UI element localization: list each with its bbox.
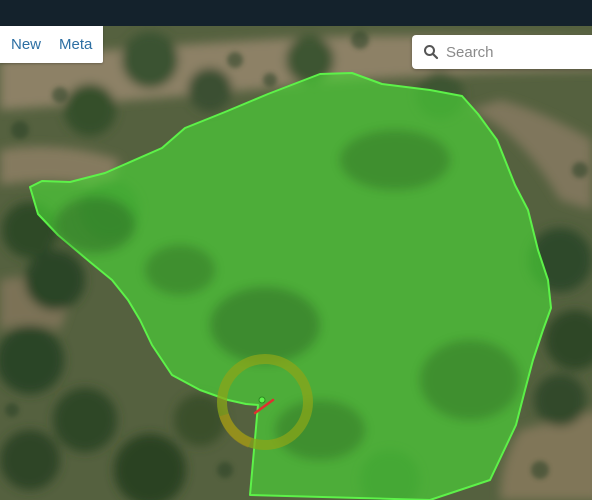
search-input[interactable]: [446, 43, 576, 61]
search-icon[interactable]: [422, 43, 440, 61]
edit-menu: New Meta: [0, 26, 103, 63]
search-box[interactable]: [412, 35, 592, 69]
meta-button[interactable]: Meta: [59, 26, 92, 63]
new-button[interactable]: New: [11, 26, 41, 63]
map-editor-app: New Meta: [0, 0, 592, 500]
top-navigation-bar: [0, 0, 592, 26]
map-canvas[interactable]: [0, 26, 592, 500]
